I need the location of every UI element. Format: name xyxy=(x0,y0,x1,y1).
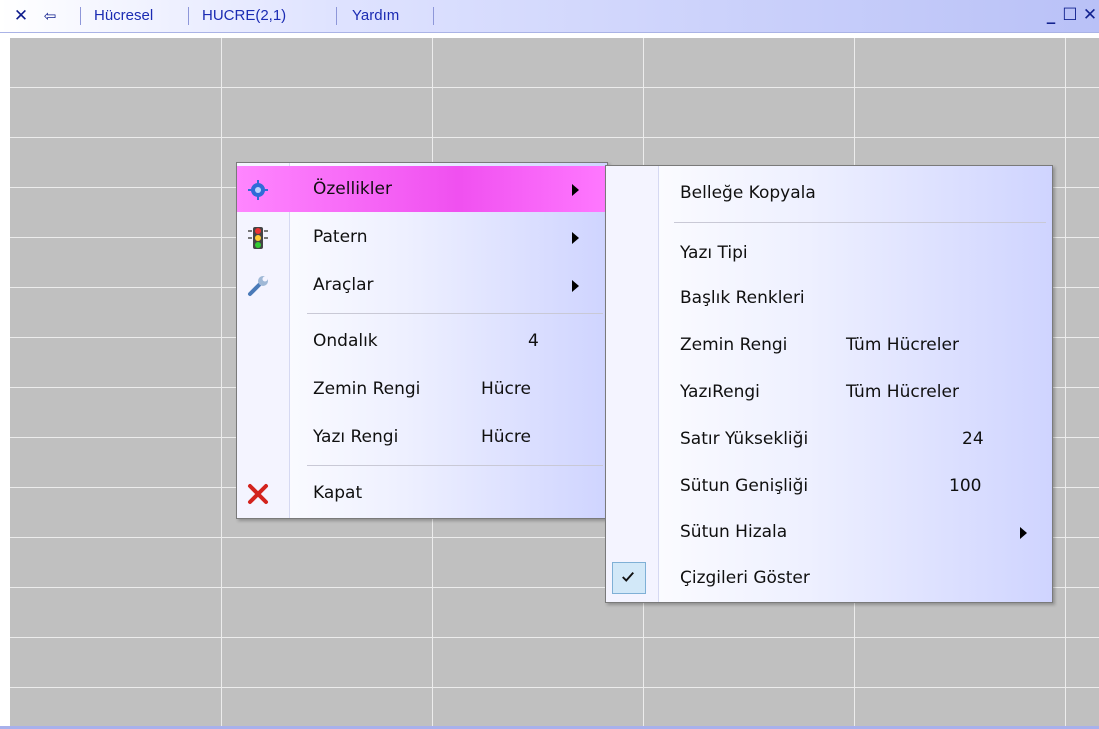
menu-item-value: 4 xyxy=(528,331,539,351)
menu-item-value: Hücre xyxy=(481,427,531,447)
grid-line xyxy=(10,137,1099,138)
submenu-item-baslik-renkleri[interactable]: Başlık Renkleri xyxy=(606,275,1050,321)
menu-separator xyxy=(307,313,603,314)
menu-item-zemin-rengi[interactable]: Zemin Rengi Hücre xyxy=(237,366,605,412)
menu-item-label: Belleğe Kopyala xyxy=(680,183,816,203)
submenu-arrow-icon xyxy=(572,232,579,244)
menu-hucre-address[interactable]: HUCRE(2,1) xyxy=(202,6,286,26)
menu-separator xyxy=(307,465,603,466)
menu-item-label: Satır Yüksekliği xyxy=(680,429,809,449)
grid-line xyxy=(221,38,222,728)
menu-item-value: Tüm Hücreler xyxy=(846,335,959,355)
submenu-item-satir-yuksekligi[interactable]: Satır Yüksekliği 24 xyxy=(606,416,1050,462)
menu-item-value: Tüm Hücreler xyxy=(846,382,959,402)
submenu-arrow-icon xyxy=(572,280,579,292)
menu-hucresel[interactable]: Hücresel xyxy=(94,6,153,26)
menu-item-label: Sütun Hizala xyxy=(680,522,788,542)
submenu-item-yazi-tipi[interactable]: Yazı Tipi xyxy=(606,230,1050,276)
grid-line xyxy=(10,687,1099,688)
menu-separator xyxy=(336,7,337,25)
menu-item-label: Başlık Renkleri xyxy=(680,288,805,308)
title-bar: ✕ ⇦ Hücresel HUCRE(2,1) Yardım _ ☐ ✕ xyxy=(0,0,1099,33)
menu-item-label: Ondalık xyxy=(313,331,378,351)
submenu-item-yazirengi[interactable]: YazıRengi Tüm Hücreler xyxy=(606,369,1050,415)
menu-item-araclar[interactable]: Araçlar xyxy=(237,262,605,308)
menu-separator xyxy=(188,7,189,25)
menu-item-label: Patern xyxy=(313,227,368,247)
grid-line xyxy=(1065,38,1066,728)
traffic-light-icon xyxy=(248,227,268,249)
checkmark-icon xyxy=(622,571,634,582)
menu-item-label: Kapat xyxy=(313,483,363,503)
context-menu: Özellikler Patern Araçlar Ondalık 4 Zemi… xyxy=(236,162,608,519)
menu-item-value: Hücre xyxy=(481,379,531,399)
menu-item-value: 100 xyxy=(949,476,982,496)
submenu-item-cizgileri-goster[interactable]: Çizgileri Göster xyxy=(606,555,1050,601)
red-x-icon xyxy=(248,484,268,504)
menu-item-value: 24 xyxy=(962,429,984,449)
menu-item-label: Özellikler xyxy=(313,179,392,199)
close-icon[interactable]: ✕ xyxy=(1081,4,1099,26)
menu-item-label: Yazı Rengi xyxy=(313,427,399,447)
submenu-ozellikler: Belleğe Kopyala Yazı Tipi Başlık Renkler… xyxy=(605,165,1053,603)
menu-item-ozellikler[interactable]: Özellikler xyxy=(237,166,605,212)
close-x-icon[interactable]: ✕ xyxy=(12,6,30,26)
maximize-icon[interactable]: ☐ xyxy=(1060,4,1080,26)
menu-item-ondalik[interactable]: Ondalık 4 xyxy=(237,318,605,364)
menu-item-label: Araçlar xyxy=(313,275,374,295)
gear-icon xyxy=(248,180,268,200)
menu-item-label: YazıRengi xyxy=(680,382,760,402)
menu-item-label: Çizgileri Göster xyxy=(680,568,810,588)
menu-item-kapat[interactable]: Kapat xyxy=(237,470,605,516)
submenu-arrow-icon xyxy=(572,184,579,196)
menu-item-patern[interactable]: Patern xyxy=(237,214,605,260)
menu-item-label: Zemin Rengi xyxy=(313,379,421,399)
menu-separator xyxy=(674,222,1046,223)
grid-line xyxy=(10,637,1099,638)
minimize-icon[interactable]: _ xyxy=(1042,4,1060,26)
submenu-item-sutun-genisligi[interactable]: Sütun Genişliği 100 xyxy=(606,463,1050,509)
submenu-arrow-icon xyxy=(1020,527,1027,539)
menu-separator xyxy=(433,7,434,25)
menu-item-label: Zemin Rengi xyxy=(680,335,788,355)
back-arrow-icon[interactable]: ⇦ xyxy=(40,6,60,26)
menu-item-yazi-rengi[interactable]: Yazı Rengi Hücre xyxy=(237,414,605,460)
submenu-item-zemin-rengi[interactable]: Zemin Rengi Tüm Hücreler xyxy=(606,322,1050,368)
grid-line xyxy=(10,87,1099,88)
wrench-icon xyxy=(248,276,268,296)
submenu-item-bellege-kopyala[interactable]: Belleğe Kopyala xyxy=(606,170,1050,216)
menu-separator xyxy=(80,7,81,25)
menu-yardim[interactable]: Yardım xyxy=(352,6,399,26)
menu-item-label: Yazı Tipi xyxy=(680,243,748,263)
submenu-item-sutun-hizala[interactable]: Sütun Hizala xyxy=(606,509,1050,555)
menu-item-label: Sütun Genişliği xyxy=(680,476,809,496)
